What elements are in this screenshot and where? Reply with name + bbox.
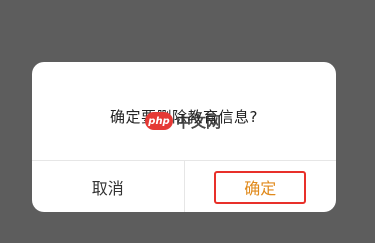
dialog-message: 确定要删除教育信息? [110, 108, 258, 126]
dialog-body: 确定要删除教育信息? [32, 62, 336, 160]
confirm-dialog: 确定要删除教育信息? 取消 确定 [32, 62, 336, 212]
dialog-actions: 取消 确定 [32, 161, 336, 212]
cancel-button-label: 取消 [91, 178, 124, 198]
confirm-button[interactable]: 确定 [185, 161, 337, 212]
confirm-button-label: 确定 [244, 178, 277, 198]
cancel-button[interactable]: 取消 [32, 161, 184, 212]
